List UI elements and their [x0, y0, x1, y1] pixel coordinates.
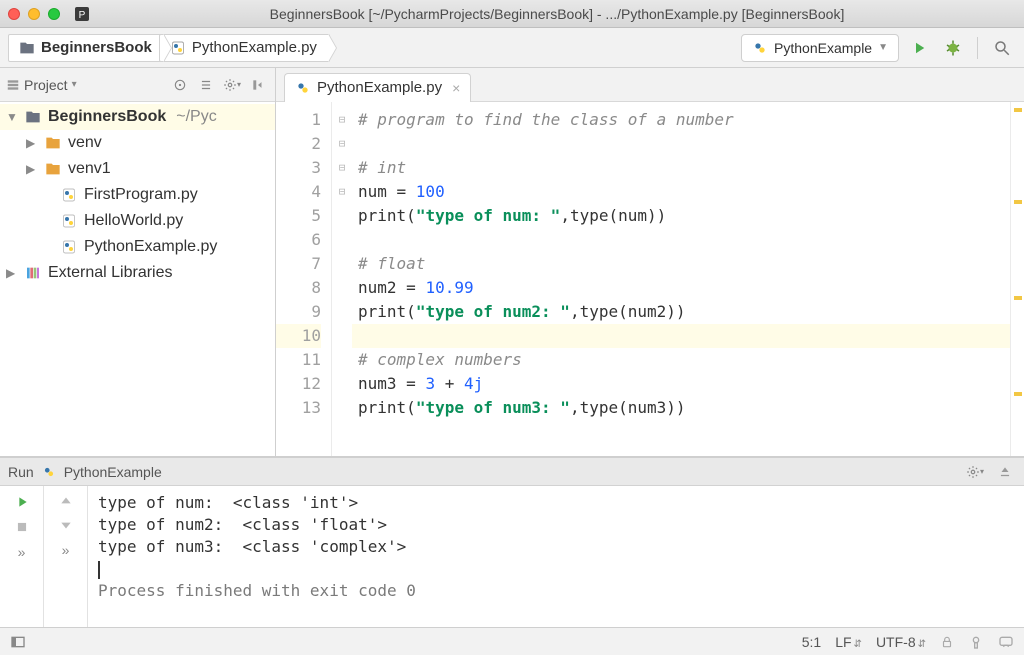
- caret-position[interactable]: 5:1: [802, 634, 821, 650]
- libraries-icon: [24, 265, 42, 281]
- readonly-lock-icon[interactable]: [940, 635, 954, 649]
- feedback-icon[interactable]: [998, 634, 1014, 650]
- folder-icon: [24, 109, 42, 125]
- collapse-arrow-icon: ▶: [26, 162, 38, 176]
- breadcrumb-file[interactable]: PythonExample.py: [159, 34, 330, 62]
- window-controls: [8, 8, 60, 20]
- app-icon: P: [74, 6, 90, 22]
- file-encoding[interactable]: UTF-8⇵: [876, 634, 926, 650]
- python-file-icon: [60, 213, 78, 229]
- search-button[interactable]: [988, 34, 1016, 62]
- editor-tab-pythonexample[interactable]: PythonExample.py ×: [284, 73, 471, 102]
- tree-project-path: ~/Pyc: [176, 108, 216, 126]
- run-hide-button[interactable]: [994, 461, 1016, 483]
- tree-file-pythonexample[interactable]: PythonExample.py: [0, 234, 275, 260]
- folder-icon: [44, 161, 62, 177]
- tree-file-helloworld[interactable]: HelloWorld.py: [0, 208, 275, 234]
- project-tool-header: Project▾ ▾: [0, 68, 275, 102]
- editor-tab-label: PythonExample.py: [317, 79, 442, 96]
- tree-item-label: External Libraries: [48, 264, 173, 282]
- collapse-arrow-icon: ▶: [26, 136, 38, 150]
- run-button[interactable]: [905, 34, 933, 62]
- close-window-button[interactable]: [8, 8, 20, 20]
- project-view-label: Project: [24, 77, 68, 93]
- tree-item-label: venv: [68, 134, 102, 152]
- tree-item-label: FirstProgram.py: [84, 186, 198, 204]
- tree-folder-venv[interactable]: ▶ venv: [0, 130, 275, 156]
- editor-tabbar: PythonExample.py ×: [276, 68, 1024, 102]
- expand-arrow-icon: ▼: [6, 110, 18, 124]
- rerun-button[interactable]: [14, 494, 30, 510]
- run-tool-window: Run PythonExample ▾ » » type of num: <cl…: [0, 457, 1024, 627]
- run-header-label: Run: [8, 464, 34, 480]
- toolbar-separator: [977, 37, 978, 59]
- navigation-toolbar: BeginnersBook PythonExample.py PythonExa…: [0, 28, 1024, 68]
- scroll-up-button[interactable]: [59, 494, 73, 508]
- run-body: » » type of num: <class 'int'> type of n…: [0, 486, 1024, 627]
- zoom-window-button[interactable]: [48, 8, 60, 20]
- tree-item-label: PythonExample.py: [84, 238, 217, 256]
- tree-item-label: HelloWorld.py: [84, 212, 183, 230]
- tree-item-label: venv1: [68, 160, 111, 178]
- minimize-window-button[interactable]: [28, 8, 40, 20]
- window-title: BeginnersBook [~/PycharmProjects/Beginne…: [98, 6, 1016, 22]
- tree-external-libraries[interactable]: ▶ External Libraries: [0, 260, 275, 286]
- tool-windows-button[interactable]: [10, 634, 26, 650]
- line-separator[interactable]: LF⇵: [835, 634, 862, 650]
- tree-project-root[interactable]: ▼ BeginnersBook ~/Pyc: [0, 104, 275, 130]
- python-file-icon: [60, 187, 78, 203]
- fold-column[interactable]: ⊟⊟⊟⊟: [332, 102, 352, 456]
- breadcrumb-file-label: PythonExample.py: [192, 39, 317, 56]
- inspections-icon[interactable]: [968, 634, 984, 650]
- locate-file-button[interactable]: [169, 74, 191, 96]
- titlebar: P BeginnersBook [~/PycharmProjects/Begin…: [0, 0, 1024, 28]
- project-tree: ▼ BeginnersBook ~/Pyc ▶ venv ▶ venv1 Fir…: [0, 102, 275, 456]
- run-configuration-label: PythonExample: [774, 40, 872, 56]
- more-actions-button[interactable]: »: [62, 542, 70, 558]
- breadcrumb-project[interactable]: BeginnersBook: [8, 34, 165, 62]
- tree-folder-venv1[interactable]: ▶ venv1: [0, 156, 275, 182]
- folder-icon: [44, 135, 62, 151]
- editor-area: PythonExample.py × 12345678910111213 ⊟⊟⊟…: [276, 68, 1024, 456]
- line-gutter[interactable]: 12345678910111213: [276, 102, 332, 456]
- collapse-arrow-icon: ▶: [6, 266, 18, 280]
- settings-button[interactable]: ▾: [221, 74, 243, 96]
- project-view-selector[interactable]: Project▾: [6, 77, 77, 93]
- more-actions-button[interactable]: »: [18, 544, 26, 560]
- status-bar: 5:1 LF⇵ UTF-8⇵: [0, 627, 1024, 655]
- code-content[interactable]: # program to find the class of a number …: [352, 102, 1010, 456]
- collapse-all-button[interactable]: [195, 74, 217, 96]
- tree-file-firstprogram[interactable]: FirstProgram.py: [0, 182, 275, 208]
- debug-button[interactable]: [939, 34, 967, 62]
- close-tab-icon[interactable]: ×: [452, 80, 460, 96]
- run-action-bar-1: »: [0, 486, 44, 627]
- stop-button[interactable]: [15, 520, 29, 534]
- chevron-down-icon: ▼: [878, 42, 888, 53]
- breadcrumb: BeginnersBook PythonExample.py: [8, 34, 324, 62]
- project-tool-window: Project▾ ▾ ▼ BeginnersBook ~/Pyc: [0, 68, 276, 456]
- console-output[interactable]: type of num: <class 'int'> type of num2:…: [88, 486, 1024, 627]
- run-tool-header: Run PythonExample ▾: [0, 458, 1024, 486]
- scroll-down-button[interactable]: [59, 518, 73, 532]
- hide-button[interactable]: [247, 74, 269, 96]
- svg-text:P: P: [79, 10, 86, 21]
- run-action-bar-2: »: [44, 486, 88, 627]
- python-file-icon: [60, 239, 78, 255]
- run-config-label: PythonExample: [64, 464, 162, 480]
- marker-stripe[interactable]: [1010, 102, 1024, 456]
- tree-project-name: BeginnersBook: [48, 108, 166, 126]
- main-content: Project▾ ▾ ▼ BeginnersBook ~/Pyc: [0, 68, 1024, 457]
- run-settings-button[interactable]: ▾: [964, 461, 986, 483]
- code-editor[interactable]: 12345678910111213 ⊟⊟⊟⊟ # program to find…: [276, 102, 1024, 456]
- breadcrumb-project-label: BeginnersBook: [41, 39, 152, 56]
- run-configuration-selector[interactable]: PythonExample ▼: [741, 34, 899, 62]
